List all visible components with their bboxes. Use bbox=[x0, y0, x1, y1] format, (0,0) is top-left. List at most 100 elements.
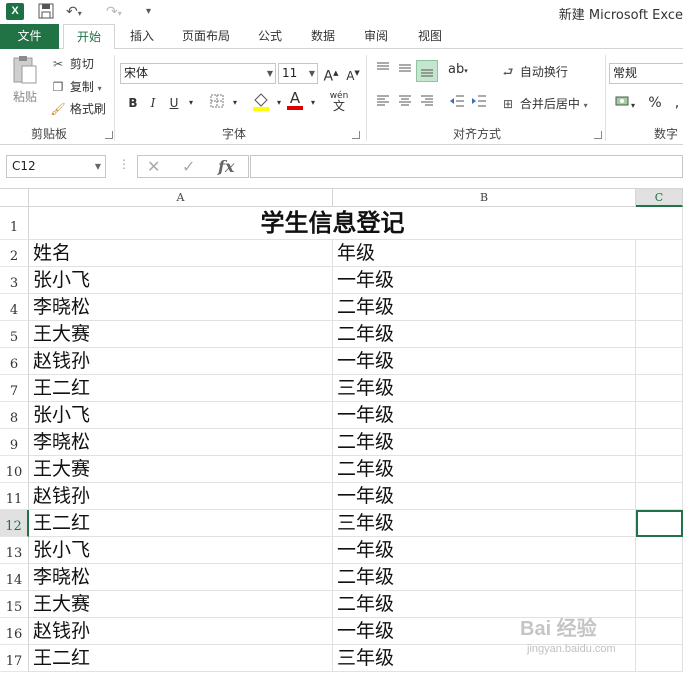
drag-handle-icon[interactable]: ⋮ bbox=[118, 157, 130, 171]
merge-center-button[interactable]: ⊞ 合并后居中 ▾ bbox=[500, 95, 588, 115]
name-cell[interactable]: 王大赛 bbox=[29, 321, 333, 348]
tab-data[interactable]: 数据 bbox=[305, 24, 341, 49]
borders-icon[interactable] bbox=[208, 94, 226, 112]
name-cell[interactable]: 张小飞 bbox=[29, 267, 333, 294]
tab-file[interactable]: 文件 bbox=[0, 24, 59, 49]
cell-c[interactable] bbox=[636, 645, 683, 672]
grow-font-icon[interactable]: A▲ bbox=[322, 64, 340, 85]
fill-color-icon[interactable] bbox=[252, 92, 270, 111]
more-icon[interactable]: ▾ bbox=[146, 3, 151, 21]
redo-icon[interactable]: ↷▾ bbox=[106, 3, 122, 21]
accounting-format-icon[interactable]: ▾ bbox=[612, 94, 638, 112]
format-painter-button[interactable]: 🖌 格式刷 bbox=[50, 100, 105, 118]
align-middle-icon[interactable] bbox=[396, 61, 414, 79]
name-cell[interactable]: 李晓松 bbox=[29, 564, 333, 591]
name-cell[interactable]: 李晓松 bbox=[29, 294, 333, 321]
column-header-b[interactable]: B bbox=[333, 189, 636, 207]
cell-c[interactable] bbox=[636, 429, 683, 456]
wrap-text-button[interactable]: ⮐ 自动换行 bbox=[500, 63, 568, 81]
cell-c[interactable] bbox=[636, 618, 683, 645]
cut-button[interactable]: ✂ 剪切 bbox=[50, 55, 94, 73]
tab-formulas[interactable]: 公式 bbox=[252, 24, 288, 49]
save-icon[interactable] bbox=[38, 3, 54, 21]
cell-c[interactable] bbox=[636, 375, 683, 402]
bold-button[interactable]: B bbox=[124, 94, 142, 112]
row-header[interactable]: 7 bbox=[0, 375, 29, 402]
tab-review[interactable]: 审阅 bbox=[358, 24, 394, 49]
grade-cell[interactable]: 二年级 bbox=[333, 321, 636, 348]
name-cell[interactable]: 李晓松 bbox=[29, 429, 333, 456]
grade-cell[interactable]: 三年级 bbox=[333, 510, 636, 537]
chevron-down-icon[interactable]: ▾ bbox=[226, 94, 244, 112]
cell-c[interactable] bbox=[636, 537, 683, 564]
row-header[interactable]: 15 bbox=[0, 591, 29, 618]
row-header[interactable]: 5 bbox=[0, 321, 29, 348]
row-header[interactable]: 16 bbox=[0, 618, 29, 645]
name-cell[interactable]: 张小飞 bbox=[29, 402, 333, 429]
font-color-icon[interactable]: A bbox=[286, 91, 304, 110]
cell-c2[interactable] bbox=[636, 240, 683, 267]
row-header[interactable]: 17 bbox=[0, 645, 29, 672]
orientation-icon[interactable]: ab▾ bbox=[448, 61, 468, 79]
cell-c[interactable] bbox=[636, 591, 683, 618]
name-cell[interactable]: 赵钱孙 bbox=[29, 483, 333, 510]
undo-icon[interactable]: ↶▾ bbox=[66, 3, 82, 21]
name-cell[interactable]: 赵钱孙 bbox=[29, 348, 333, 375]
tab-home[interactable]: 开始 bbox=[63, 24, 115, 50]
grade-cell[interactable]: 一年级 bbox=[333, 537, 636, 564]
chevron-down-icon[interactable]: ▾ bbox=[304, 94, 322, 112]
decrease-indent-icon[interactable] bbox=[448, 94, 466, 112]
tab-view[interactable]: 视图 bbox=[412, 24, 448, 49]
font-launcher-icon[interactable] bbox=[352, 131, 360, 139]
grade-cell[interactable]: 二年级 bbox=[333, 429, 636, 456]
name-cell[interactable]: 张小飞 bbox=[29, 537, 333, 564]
row-header[interactable]: 1 bbox=[0, 207, 29, 240]
cell-c[interactable] bbox=[636, 564, 683, 591]
row-header[interactable]: 4 bbox=[0, 294, 29, 321]
row-header[interactable]: 10 bbox=[0, 456, 29, 483]
sheet-title-cell[interactable]: 学生信息登记 bbox=[29, 207, 636, 240]
row-header[interactable]: 13 bbox=[0, 537, 29, 564]
tab-insert[interactable]: 插入 bbox=[124, 24, 160, 49]
paste-button[interactable]: 粘贴 bbox=[8, 55, 42, 104]
row-header[interactable]: 12 bbox=[0, 510, 29, 537]
font-size-select[interactable]: 11 ▼ bbox=[278, 63, 318, 84]
clipboard-launcher-icon[interactable] bbox=[105, 131, 113, 139]
tab-page-layout[interactable]: 页面布局 bbox=[176, 24, 236, 49]
name-cell[interactable]: 赵钱孙 bbox=[29, 618, 333, 645]
row-header[interactable]: 3 bbox=[0, 267, 29, 294]
cell-c[interactable] bbox=[636, 348, 683, 375]
align-left-icon[interactable] bbox=[374, 94, 392, 112]
comma-style-icon[interactable]: , bbox=[668, 94, 683, 112]
increase-indent-icon[interactable] bbox=[470, 94, 488, 112]
name-cell[interactable]: 王大赛 bbox=[29, 591, 333, 618]
insert-function-icon[interactable]: fx bbox=[218, 156, 234, 177]
select-all-corner[interactable] bbox=[0, 189, 29, 207]
number-format-select[interactable]: 常规 bbox=[609, 63, 683, 84]
name-cell[interactable]: 王二红 bbox=[29, 645, 333, 672]
grade-cell[interactable]: 一年级 bbox=[333, 348, 636, 375]
italic-button[interactable]: I bbox=[144, 94, 162, 112]
grade-cell[interactable]: 三年级 bbox=[333, 375, 636, 402]
name-cell[interactable]: 王二红 bbox=[29, 510, 333, 537]
font-name-select[interactable]: 宋体 ▼ bbox=[120, 63, 276, 84]
grade-cell[interactable]: 一年级 bbox=[333, 267, 636, 294]
row-header[interactable]: 6 bbox=[0, 348, 29, 375]
phonetic-guide-icon[interactable]: wén 文 bbox=[326, 91, 352, 112]
row-header[interactable]: 8 bbox=[0, 402, 29, 429]
alignment-launcher-icon[interactable] bbox=[594, 131, 602, 139]
column-header-c[interactable]: C bbox=[636, 189, 683, 207]
formula-input[interactable] bbox=[250, 155, 683, 178]
active-cell-c12[interactable] bbox=[636, 510, 683, 537]
align-center-icon[interactable] bbox=[396, 94, 414, 112]
enter-icon[interactable]: ✓ bbox=[182, 156, 195, 177]
align-bottom-icon[interactable] bbox=[416, 60, 438, 82]
name-box[interactable]: C12 ▼ bbox=[6, 155, 106, 178]
column-header-a[interactable]: A bbox=[29, 189, 333, 207]
cell-c[interactable] bbox=[636, 456, 683, 483]
chevron-down-icon[interactable]: ▾ bbox=[182, 94, 200, 112]
grade-cell[interactable]: 二年级 bbox=[333, 456, 636, 483]
copy-button[interactable]: ❐ 复制 ▾ bbox=[50, 78, 102, 98]
align-top-icon[interactable] bbox=[374, 61, 392, 79]
name-cell[interactable]: 王二红 bbox=[29, 375, 333, 402]
